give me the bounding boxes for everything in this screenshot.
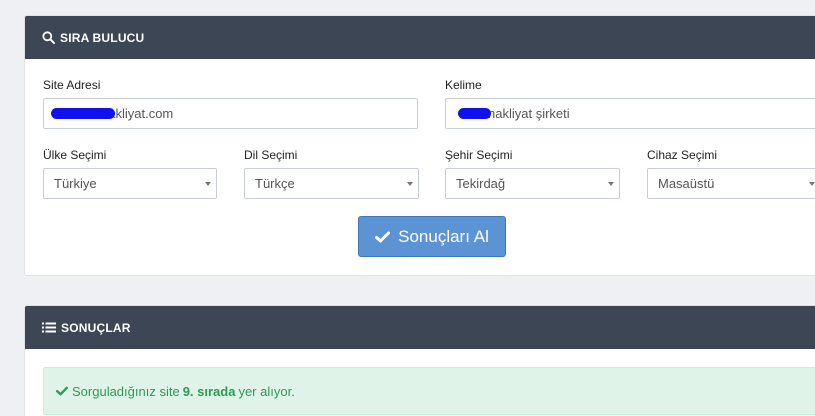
chevron-down-icon	[407, 182, 413, 186]
result-message-suffix: yer alıyor.	[238, 383, 295, 399]
result-rank: 9. sırada	[182, 383, 236, 399]
device-field: Cihaz Seçimi Masaüstü	[647, 148, 815, 199]
device-select[interactable]: Masaüstü	[647, 168, 815, 199]
get-results-label: Sonuçları Al	[398, 226, 489, 246]
redaction-mark	[51, 108, 115, 119]
keyword-field: Kelime nakliyat şirketi	[445, 78, 815, 129]
site-input[interactable]: nakliyat.com	[43, 98, 418, 129]
keyword-label: Kelime	[445, 78, 482, 92]
rank-finder-panel: SIRA BULUCU Site Adresi nakliyat.com Kel…	[24, 15, 815, 276]
language-value: Türkçe	[255, 176, 295, 191]
country-select[interactable]: Türkiye	[43, 168, 217, 199]
results-header: SONUÇLAR	[25, 306, 815, 349]
get-results-button[interactable]: Sonuçları Al	[358, 216, 506, 257]
country-field: Ülke Seçimi Türkiye	[43, 148, 217, 199]
rank-finder-header: SIRA BULUCU	[25, 16, 815, 59]
site-label: Site Adresi	[43, 78, 101, 92]
city-label: Şehir Seçimi	[445, 148, 513, 162]
site-field: Site Adresi nakliyat.com	[43, 78, 418, 129]
city-select[interactable]: Tekirdağ	[445, 168, 620, 199]
result-message-prefix: Sorguladığınız site	[72, 383, 180, 399]
language-select[interactable]: Türkçe	[244, 168, 419, 199]
language-label: Dil Seçimi	[244, 148, 298, 162]
list-icon	[42, 322, 56, 333]
chevron-down-icon	[205, 182, 211, 186]
results-title: SONUÇLAR	[61, 320, 131, 335]
city-value: Tekirdağ	[456, 176, 506, 191]
device-label: Cihaz Seçimi	[647, 148, 718, 162]
rank-finder-title: SIRA BULUCU	[60, 30, 145, 45]
results-panel: SONUÇLAR Sorguladığınız site 9. sırada y…	[24, 305, 815, 416]
redaction-mark	[458, 108, 491, 119]
country-label: Ülke Seçimi	[43, 148, 107, 162]
search-icon	[42, 31, 55, 44]
device-value: Masaüstü	[658, 176, 715, 191]
check-icon	[375, 231, 391, 243]
keyword-value: nakliyat şirketi	[488, 106, 570, 121]
language-field: Dil Seçimi Türkçe	[244, 148, 419, 199]
result-alert: Sorguladığınız site 9. sırada yer alıyor…	[43, 367, 815, 415]
keyword-input[interactable]: nakliyat şirketi	[445, 98, 815, 129]
city-field: Şehir Seçimi Tekirdağ	[445, 148, 620, 199]
check-icon	[56, 386, 68, 396]
country-value: Türkiye	[54, 176, 97, 191]
chevron-down-icon	[809, 182, 815, 186]
chevron-down-icon	[608, 182, 614, 186]
